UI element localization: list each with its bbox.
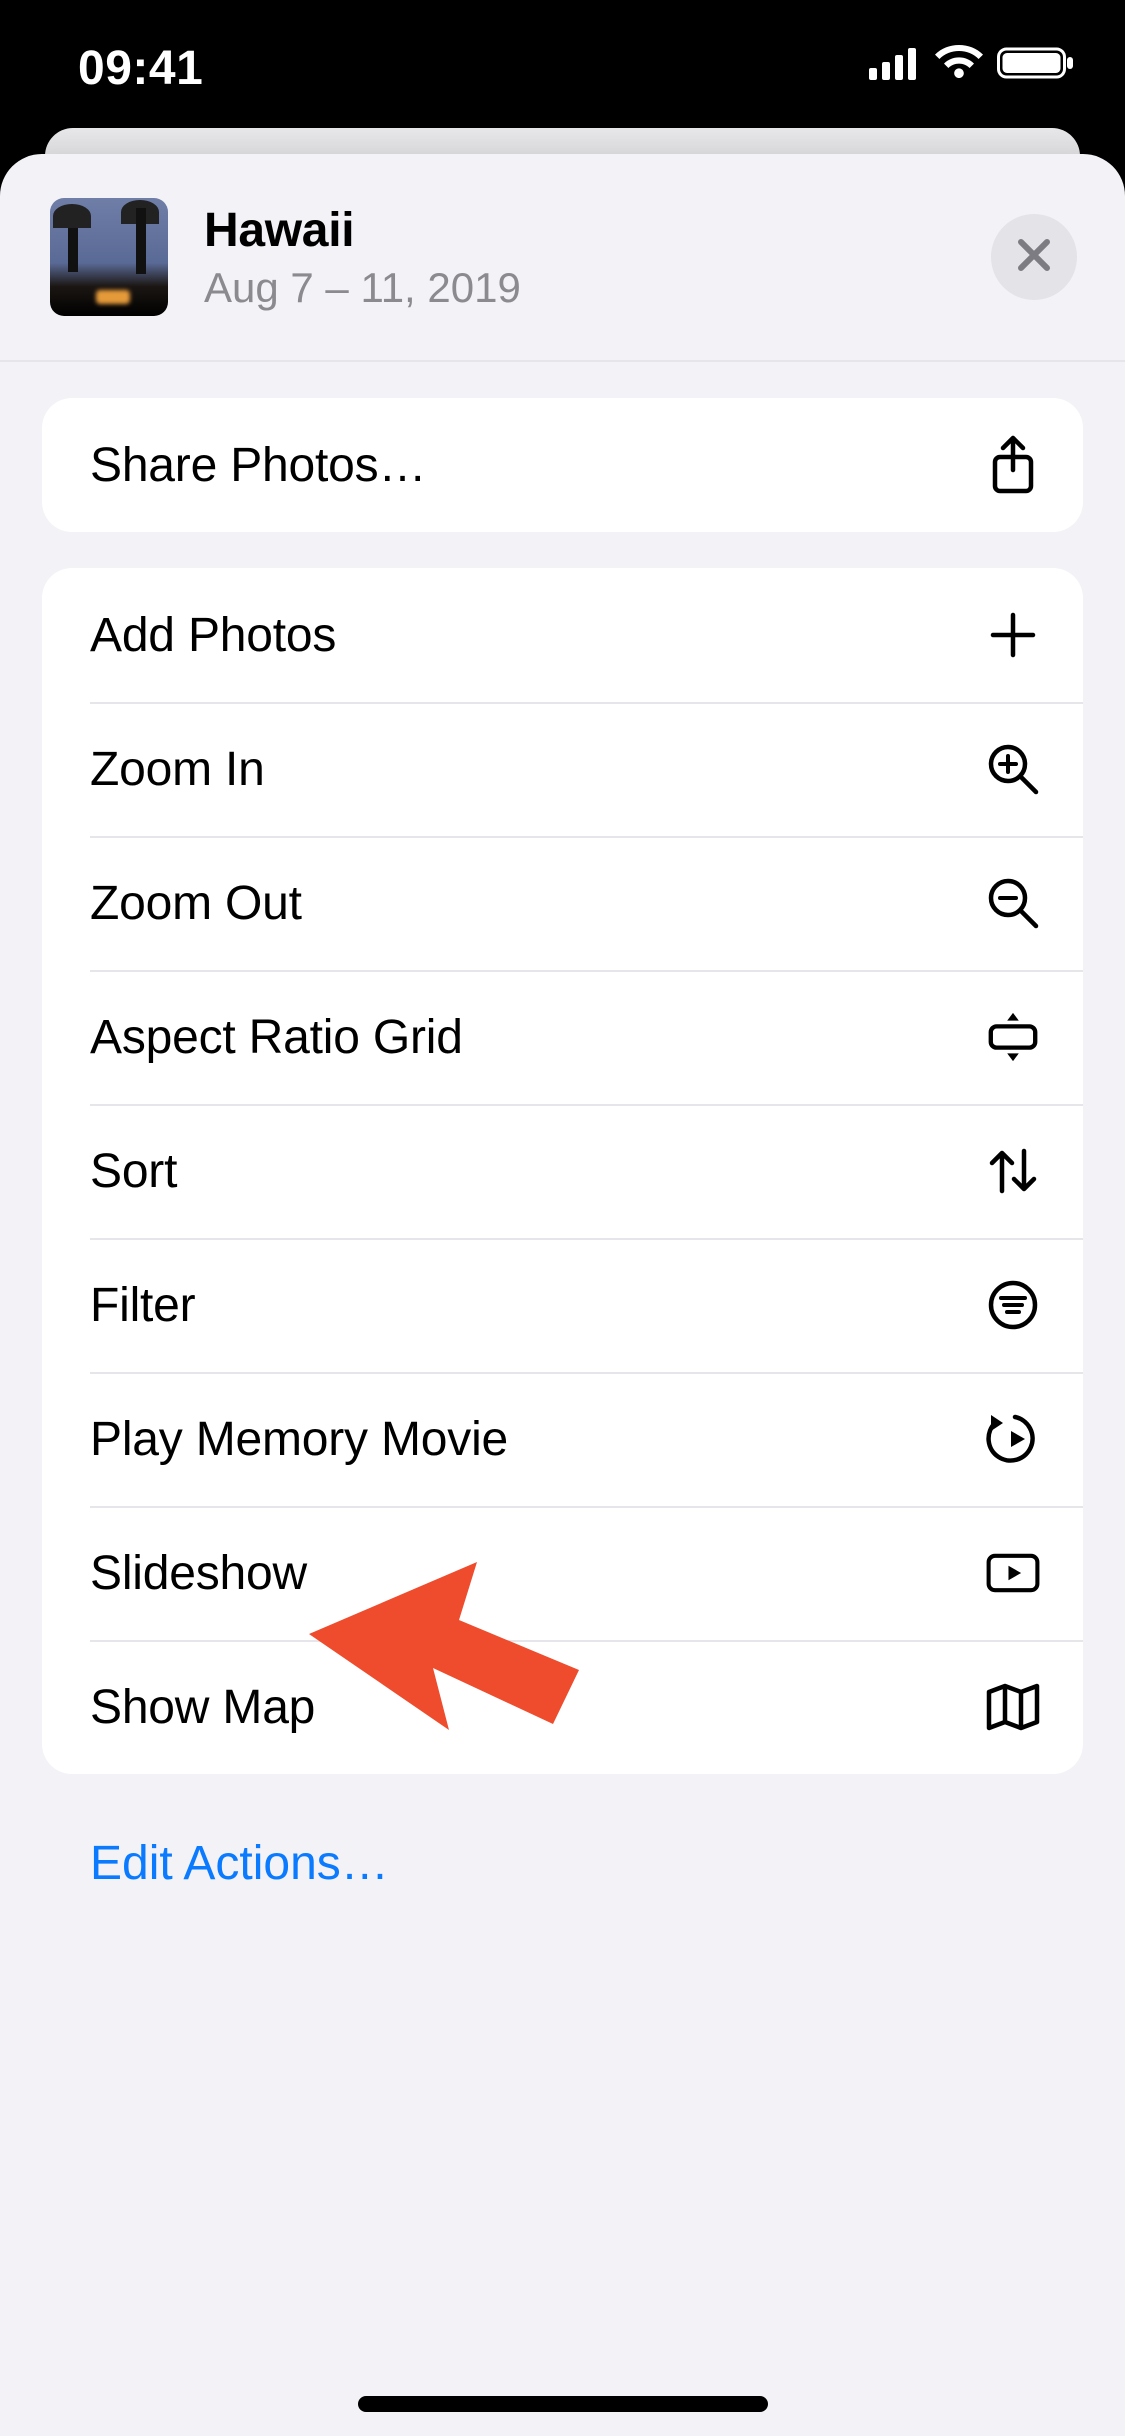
row-label: Show Map <box>90 1680 315 1735</box>
play-memory-movie-row[interactable]: Play Memory Movie <box>42 1372 1083 1506</box>
row-label: Filter <box>90 1278 195 1333</box>
sheet-content: Share Photos… Add Photos Zoom In <box>0 362 1125 1891</box>
cellular-icon <box>869 46 921 85</box>
zoom-in-row[interactable]: Zoom In <box>42 702 1083 836</box>
zoom-in-icon <box>985 741 1041 797</box>
row-label: Add Photos <box>90 608 336 663</box>
status-time: 09:41 <box>78 41 203 96</box>
slideshow-row[interactable]: Slideshow <box>42 1506 1083 1640</box>
battery-icon <box>997 45 1075 86</box>
status-bar: 09:41 <box>0 0 1125 130</box>
slideshow-icon <box>985 1545 1041 1601</box>
filter-icon <box>985 1277 1041 1333</box>
header-text: Hawaii Aug 7 – 11, 2019 <box>204 203 991 312</box>
album-thumbnail <box>50 198 168 316</box>
sheet-header: Hawaii Aug 7 – 11, 2019 <box>0 154 1125 362</box>
action-sheet: Hawaii Aug 7 – 11, 2019 Share Photos… Ad… <box>0 154 1125 2436</box>
row-label: Share Photos… <box>90 438 426 493</box>
home-indicator[interactable] <box>358 2396 768 2412</box>
row-label: Aspect Ratio Grid <box>90 1010 463 1065</box>
share-photos-row[interactable]: Share Photos… <box>42 398 1083 532</box>
sort-icon <box>985 1143 1041 1199</box>
row-label: Play Memory Movie <box>90 1412 508 1467</box>
memory-movie-icon <box>985 1411 1041 1467</box>
action-group-1: Add Photos Zoom In Zoom Out Aspect Ratio… <box>42 568 1083 1774</box>
action-group-0: Share Photos… <box>42 398 1083 532</box>
share-icon <box>985 437 1041 493</box>
row-label: Sort <box>90 1144 177 1199</box>
row-label: Zoom Out <box>90 876 302 931</box>
row-label: Zoom In <box>90 742 265 797</box>
show-map-row[interactable]: Show Map <box>42 1640 1083 1774</box>
zoom-out-row[interactable]: Zoom Out <box>42 836 1083 970</box>
sort-row[interactable]: Sort <box>42 1104 1083 1238</box>
aspect-ratio-icon <box>985 1009 1041 1065</box>
add-photos-row[interactable]: Add Photos <box>42 568 1083 702</box>
close-icon <box>1015 236 1053 279</box>
edit-actions-button[interactable]: Edit Actions… <box>42 1810 1083 1891</box>
album-date-range: Aug 7 – 11, 2019 <box>204 264 991 312</box>
aspect-ratio-grid-row[interactable]: Aspect Ratio Grid <box>42 970 1083 1104</box>
row-label: Slideshow <box>90 1546 307 1601</box>
plus-icon <box>985 607 1041 663</box>
filter-row[interactable]: Filter <box>42 1238 1083 1372</box>
wifi-icon <box>934 45 984 86</box>
map-icon <box>985 1679 1041 1735</box>
status-indicators <box>869 45 1075 86</box>
close-button[interactable] <box>991 214 1077 300</box>
zoom-out-icon <box>985 875 1041 931</box>
album-title: Hawaii <box>204 203 991 258</box>
